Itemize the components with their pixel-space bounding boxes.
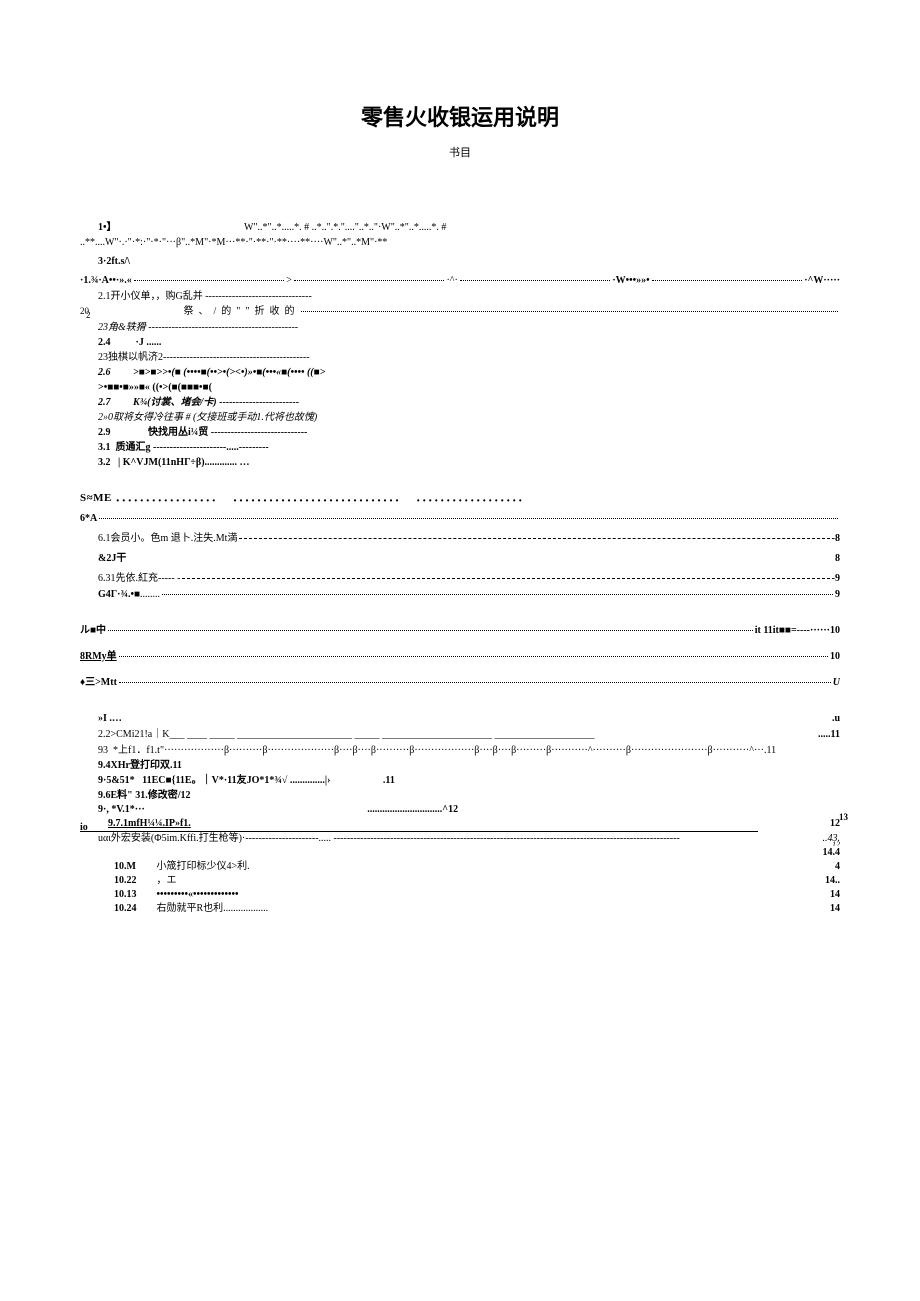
toc-line: 2.7 K¾(讨裳、堵会/卡) ------------------------ <box>80 395 840 410</box>
toc-line: G4Γ·¾.•■........ 9 <box>80 587 840 603</box>
toc-section-4: »I .….u 2.2>CMi21!a｜K___ ____ _____ ____… <box>80 711 840 916</box>
toc-line: 14.4 <box>80 846 840 860</box>
toc-line: 9·5&51* 11EC■{11E。｜V*·11友JO*1*¾√ .......… <box>80 773 840 788</box>
toc-line: ..**....W"·.·"·*:·"·*·"···β"..*M"·*M···*… <box>80 235 840 250</box>
toc-section-1: 1•】 W"..*"..*.....*. # ..*..".*."...."..… <box>80 220 840 470</box>
toc-line: 9.6E料" 31.修改密/12 <box>80 788 840 803</box>
toc-line: 8RMy单10 <box>80 649 840 665</box>
toc-line: 10.13 •••••••••«••••••••••••• 14 <box>80 888 840 902</box>
toc-line: ♦三>MttU <box>80 675 840 691</box>
toc-line: 2.2>CMi21!a｜K___ ____ _____ ____________… <box>80 727 840 743</box>
toc-line: 2.4 ·J ...... <box>80 335 840 350</box>
toc-line: 23独棋以帆济2--------------------------------… <box>80 350 840 365</box>
toc-line: 93 *上f1．f1.t"··················β········… <box>80 743 840 758</box>
toc-line: 10.24 右勋就平R也利.................. 14 <box>80 902 840 916</box>
toc-line: ル■中it 11it■■=----······10 <box>80 623 840 639</box>
toc-line: 9.4XHr登打印双.11 <box>80 758 840 773</box>
toc-line: 3.1 质通汇g ----------------------.....----… <box>80 440 840 455</box>
toc-line: 2.1开小仪单，，购G乱并 --------------------------… <box>80 289 840 304</box>
toc-line: 3·2ft.s/\ <box>80 254 840 269</box>
toc-section-2: S≈ME ．．．．．．．．．．．．．．．．． ．．．．．．．．．．．．．．．．．… <box>80 490 840 603</box>
toc-line: 2.6 >■>■>>•(■ (••••■(••>•(><•)»•■(•••«■(… <box>80 365 840 380</box>
toc-line: 10.M 小筬打印标少仪4>利. 4 <box>80 860 840 874</box>
page-title: 零售火收银运用说明 <box>80 100 840 132</box>
toc-line: 2»0取将女得冷往事 # (攵接班或手动1.代将也故愧) <box>80 410 840 425</box>
toc-line: io 9.7.1mfH¼¼.IP»f1. 12 13 <box>80 817 840 832</box>
toc-line: S≈ME ．．．．．．．．．．．．．．．．． ．．．．．．．．．．．．．．．．．… <box>80 490 840 507</box>
toc-line: 20 2 祭、/的""折收的 <box>80 304 840 320</box>
toc-line: &2J干8 <box>80 551 840 567</box>
toc-line: 6.31先依.紅充----- --9 <box>80 571 840 587</box>
toc-line: 1•】 W"..*"..*.....*. # ..*..".*."...."..… <box>80 220 840 235</box>
toc-line: 2.9 快找用丛i¼贸 ----------------------------… <box>80 425 840 440</box>
toc-line: 9·, *V.1*··· ...........................… <box>80 803 840 817</box>
page-subtitle: 书目 <box>80 144 840 160</box>
toc-line: ·1.¾·A••·».«>·^··W•••»»•·^W····· <box>80 273 840 289</box>
toc-line: uαι外宏安装(Φ5im.Kffi.打生枪等)·----------------… <box>80 832 840 846</box>
document-page: 零售火收银运用说明 书目 1•】 W"..*"..*.....*. # ..*.… <box>0 0 920 956</box>
toc-line: 10.22 ，エ 14.. <box>80 874 840 888</box>
toc-section-3: ル■中it 11it■■=----······10 8RMy单10 ♦三>Mtt… <box>80 623 840 691</box>
toc-line: 6.1会员小。色m 退卜.注失.Mt満-8 <box>80 531 840 547</box>
toc-line: 6*A <box>80 511 840 527</box>
toc-line: 23角&轶猾 ---------------------------------… <box>80 320 840 335</box>
toc-line: »I .….u <box>80 711 840 727</box>
toc-line: 3.2 | K^VJM(11nHΓ÷β)............. … <box>80 455 840 470</box>
toc-line: >•■■•■»»■« ((•>(■(■■■•■( <box>80 380 840 395</box>
